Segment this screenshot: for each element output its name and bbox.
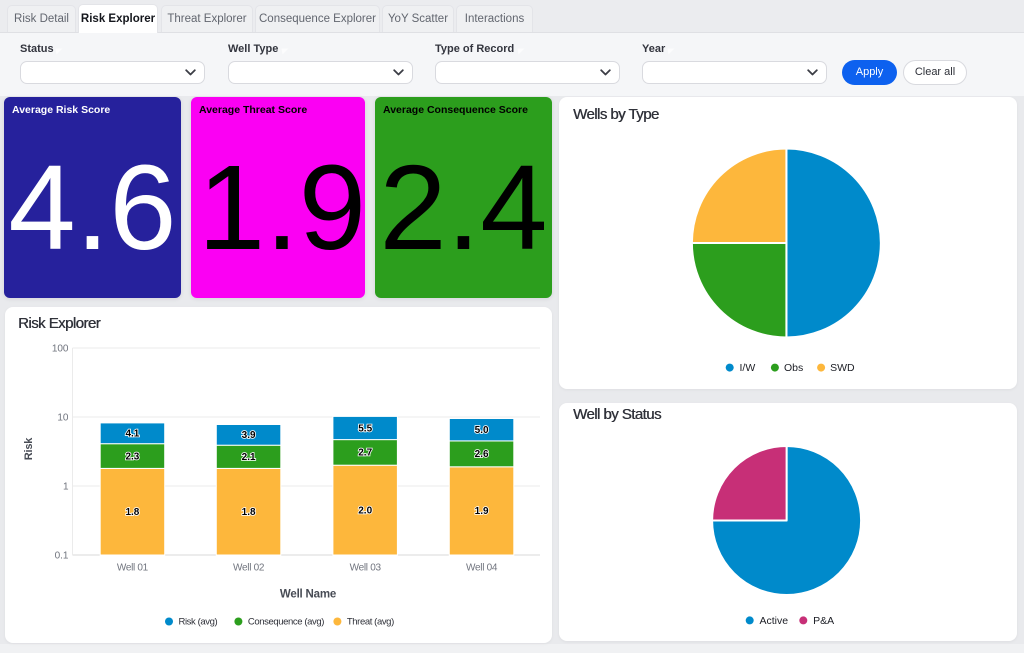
svg-text:2.6: 2.6 [475,449,489,460]
svg-text:100: 100 [52,344,69,355]
svg-text:1.8: 1.8 [125,507,139,518]
svg-text:0.1: 0.1 [55,551,69,562]
svg-text:SWD: SWD [830,362,855,374]
svg-text:Risk (avg): Risk (avg) [179,617,218,628]
svg-text:5.5: 5.5 [358,423,372,434]
svg-text:2.3: 2.3 [125,451,139,462]
svg-text:10: 10 [57,413,69,424]
svg-text:Active: Active [760,615,789,627]
svg-text:Well 03: Well 03 [350,563,382,574]
svg-text:Well 01: Well 01 [117,563,149,574]
svg-text:1.8: 1.8 [242,507,256,518]
svg-text:P&A: P&A [813,615,834,627]
svg-text:2.7: 2.7 [358,448,372,459]
svg-text:2.0: 2.0 [358,505,372,516]
svg-text:Well 04: Well 04 [466,563,498,574]
svg-text:4.1: 4.1 [125,429,139,440]
svg-text:3.9: 3.9 [242,430,256,441]
svg-text:5.0: 5.0 [475,425,489,436]
svg-text:Consequence (avg): Consequence (avg) [248,617,324,628]
svg-text:Obs: Obs [784,362,803,374]
svg-text:I/W: I/W [740,362,756,374]
svg-text:1.9: 1.9 [475,506,489,517]
svg-text:2.1: 2.1 [242,452,256,463]
svg-text:Threat (avg): Threat (avg) [347,617,394,628]
svg-text:Well 02: Well 02 [233,563,265,574]
svg-text:Well Name: Well Name [280,589,336,601]
svg-text:Risk: Risk [23,437,35,461]
svg-text:1: 1 [63,482,69,493]
